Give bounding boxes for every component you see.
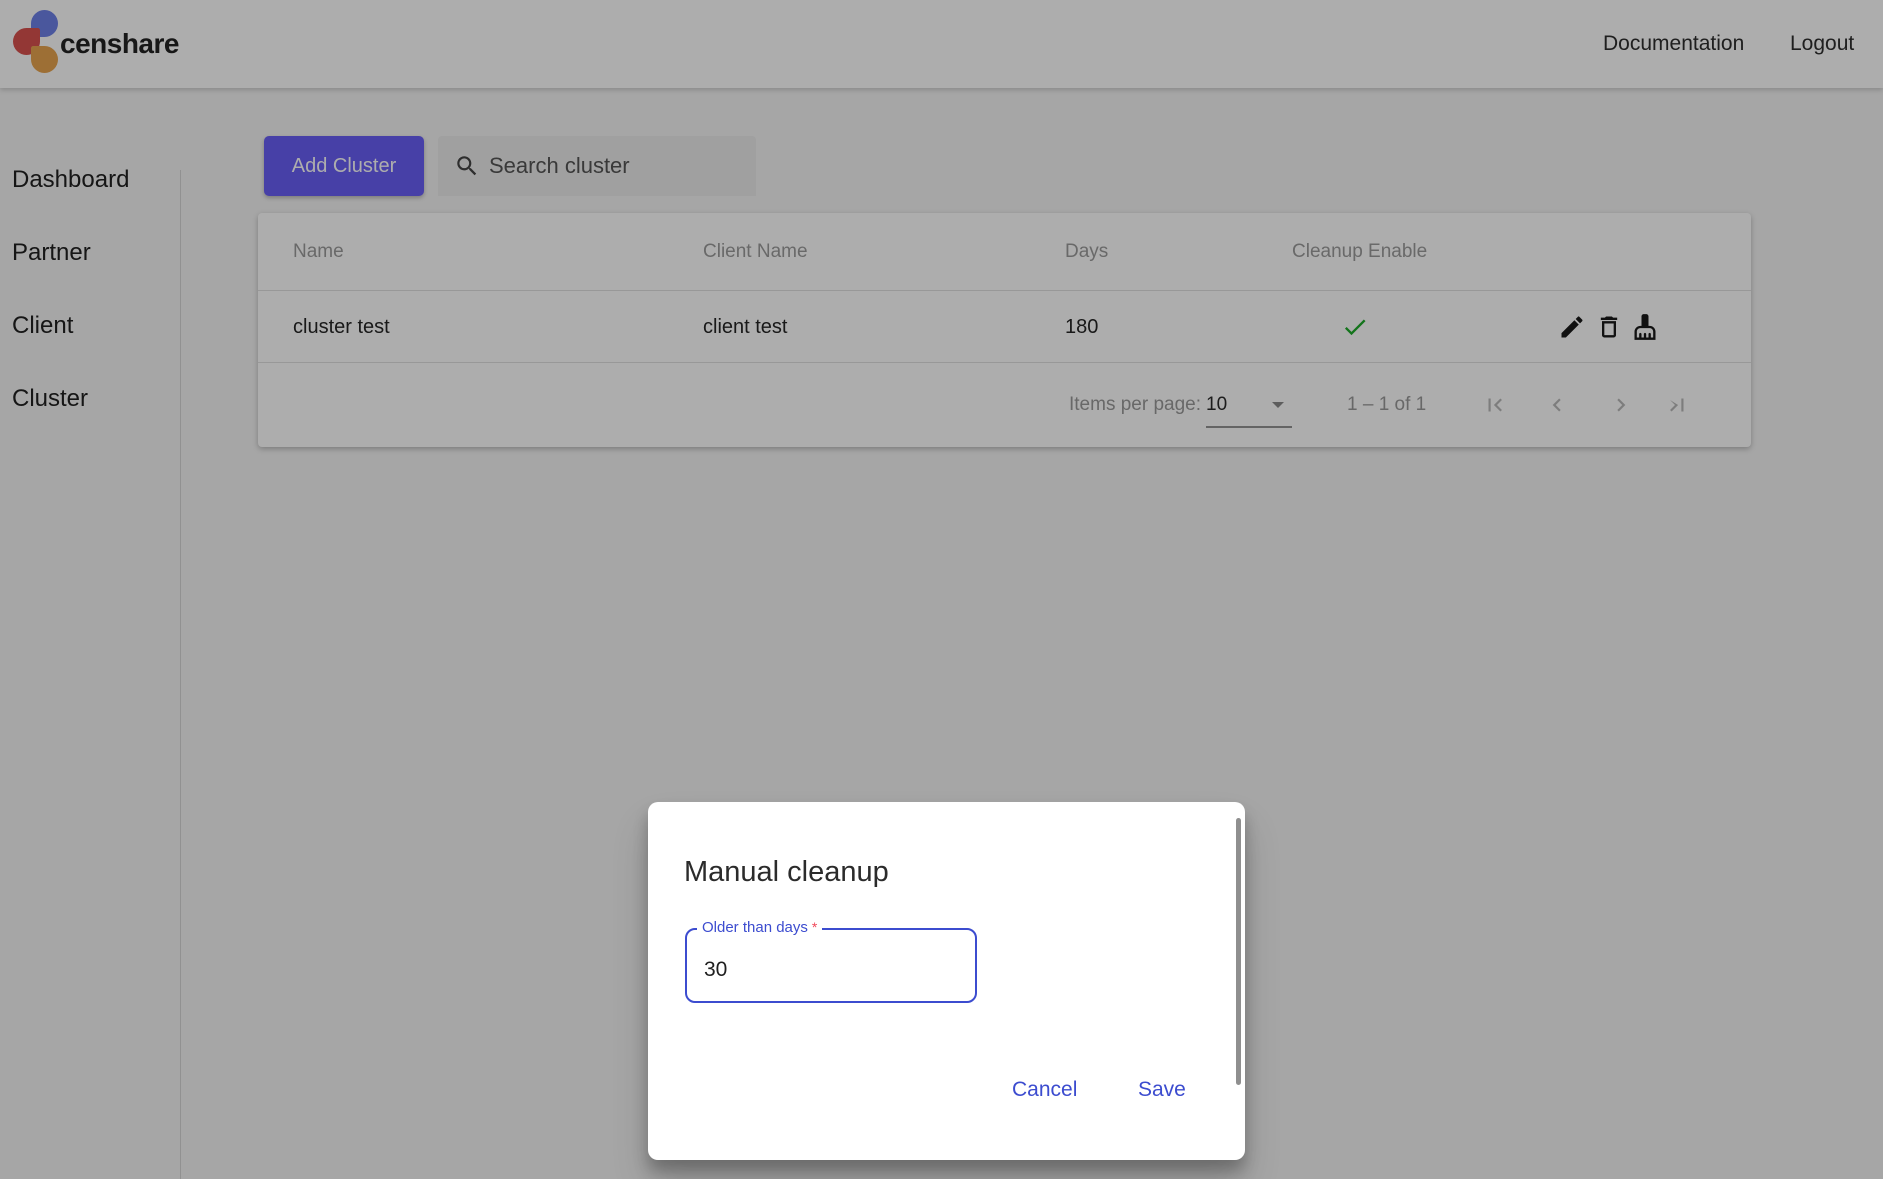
cancel-button[interactable]: Cancel xyxy=(1004,1070,1085,1110)
dialog-scrollbar[interactable] xyxy=(1236,818,1241,1085)
older-than-days-field[interactable]: Older than days* xyxy=(685,928,977,1003)
manual-cleanup-dialog: Manual cleanup Older than days* Cancel S… xyxy=(648,802,1245,1160)
older-than-days-input[interactable] xyxy=(687,930,975,1001)
app-screen: censhare Documentation Logout Dashboard … xyxy=(0,0,1883,1179)
save-button[interactable]: Save xyxy=(1130,1070,1194,1110)
dialog-title: Manual cleanup xyxy=(684,856,889,889)
